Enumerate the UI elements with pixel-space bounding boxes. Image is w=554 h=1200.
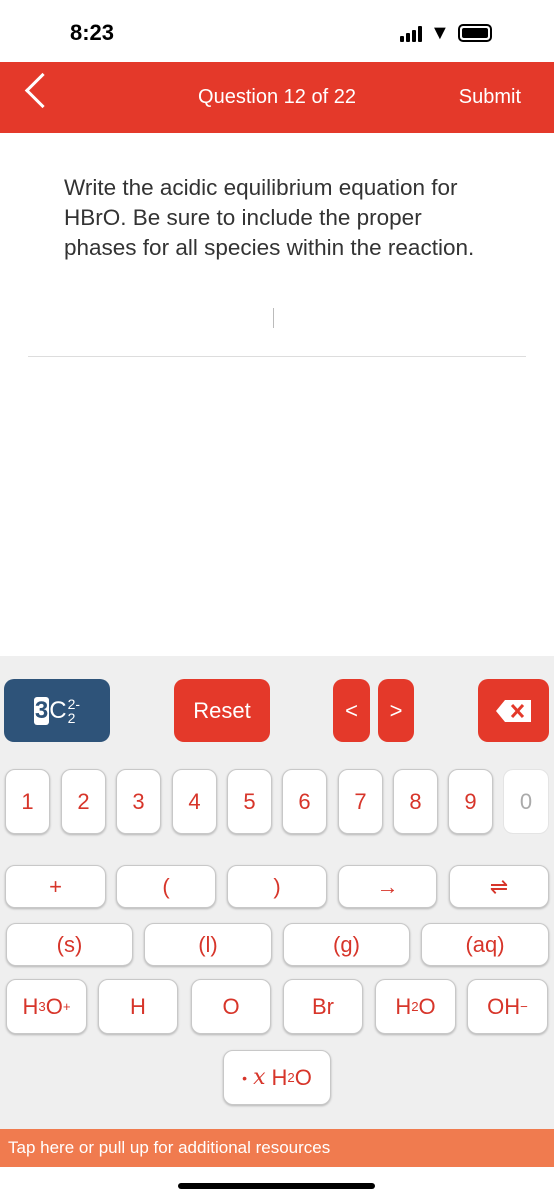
key-7[interactable]: 7: [338, 769, 383, 834]
header-bar: Question 12 of 22 Submit: [0, 62, 554, 133]
key-hydronium[interactable]: H 3 O +: [6, 979, 87, 1034]
key-solid[interactable]: (s): [6, 923, 133, 966]
key-water[interactable]: H2O: [375, 979, 456, 1034]
answer-cursor[interactable]: [273, 308, 274, 328]
submit-button[interactable]: Submit: [459, 86, 521, 109]
key-9[interactable]: 9: [448, 769, 493, 834]
divider: [28, 356, 526, 357]
cursor-right-button[interactable]: >: [378, 679, 414, 742]
key-aqueous[interactable]: (aq): [421, 923, 549, 966]
backspace-button[interactable]: [478, 679, 549, 742]
home-indicator[interactable]: [178, 1183, 375, 1189]
key-oxygen[interactable]: O: [191, 979, 271, 1034]
reset-button[interactable]: Reset: [174, 679, 270, 742]
key-hydrogen[interactable]: H: [98, 979, 178, 1034]
key-3[interactable]: 3: [116, 769, 161, 834]
key-reaction-arrow[interactable]: →: [338, 865, 437, 908]
key-plus[interactable]: +: [5, 865, 106, 908]
status-time: 8:23: [70, 20, 115, 45]
key-6[interactable]: 6: [282, 769, 327, 834]
key-gas[interactable]: (g): [283, 923, 410, 966]
key-equilibrium-arrow[interactable]: ⇌: [449, 865, 549, 908]
key-8[interactable]: 8: [393, 769, 438, 834]
wifi-icon: ▼: [430, 22, 450, 44]
cursor-left-button[interactable]: <: [333, 679, 370, 742]
key-0[interactable]: 0: [503, 769, 549, 834]
key-hydroxide[interactable]: OH −: [467, 979, 548, 1034]
backspace-icon: [495, 699, 531, 722]
key-4[interactable]: 4: [172, 769, 217, 834]
key-bromine[interactable]: Br: [283, 979, 363, 1034]
key-1[interactable]: 1: [5, 769, 50, 834]
question-text: Write the acidic equilibrium equation fo…: [64, 175, 475, 260]
signal-icon: [400, 26, 422, 42]
battery-icon: [458, 24, 492, 42]
resources-bar[interactable]: Tap here or pull up for additional resou…: [0, 1129, 554, 1167]
key-open-paren[interactable]: (: [116, 865, 216, 908]
key-5[interactable]: 5: [227, 769, 272, 834]
key-hydrate[interactable]: • x H 2 O: [223, 1050, 331, 1105]
key-close-paren[interactable]: ): [227, 865, 327, 908]
key-2[interactable]: 2: [61, 769, 106, 834]
mode-toggle-button[interactable]: 3 C 2- 2: [4, 679, 110, 742]
key-liquid[interactable]: (l): [144, 923, 272, 966]
